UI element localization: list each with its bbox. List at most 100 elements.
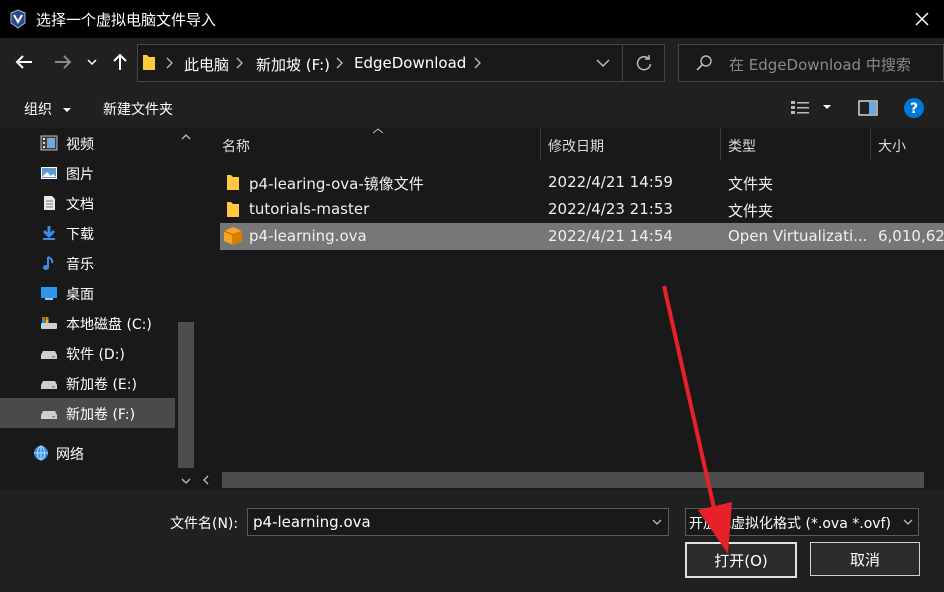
close-button[interactable] xyxy=(900,0,944,38)
organize-menu[interactable]: 组织 xyxy=(24,99,72,119)
chevron-down-icon[interactable] xyxy=(596,59,610,67)
sidebar-item-network[interactable]: 网络 xyxy=(0,438,175,468)
file-row[interactable]: tutorials-master 2022/4/23 21:53 文件夹 xyxy=(220,196,944,223)
caret-down-icon xyxy=(823,105,831,109)
file-date: 2022/4/21 14:54 xyxy=(548,227,673,245)
chevron-right-icon xyxy=(336,57,343,69)
filename-value: p4-learning.ova xyxy=(253,513,371,531)
file-size: 6,010,626 xyxy=(878,227,944,245)
file-row[interactable]: p4-learing-ova-镜像文件 2022/4/21 14:59 文件夹 xyxy=(220,169,944,196)
file-date: 2022/4/23 21:53 xyxy=(548,200,673,218)
sidebar-item-drive-f[interactable]: 新加卷 (F:) xyxy=(0,398,175,428)
help-button[interactable]: ? xyxy=(903,97,925,123)
filetype-select[interactable]: 开放式虚拟化格式 (*.ova *.ovf) xyxy=(685,508,919,536)
file-name: p4-learning.ova xyxy=(249,227,367,245)
search-input[interactable]: 在 EdgeDownload 中搜索 xyxy=(678,44,944,82)
preview-pane-button[interactable] xyxy=(858,100,878,120)
column-header-date[interactable]: 修改日期 xyxy=(548,136,604,156)
folder-icon xyxy=(227,175,239,190)
column-divider[interactable] xyxy=(540,128,541,160)
scrollbar-thumb[interactable] xyxy=(222,472,924,488)
file-list-hscrollbar[interactable] xyxy=(196,470,944,490)
arrow-left-icon xyxy=(15,55,32,69)
ova-package-icon xyxy=(223,227,243,245)
sidebar-item-pictures[interactable]: 图片 xyxy=(0,158,175,188)
sidebar-item-label: 新加卷 (F:) xyxy=(66,407,136,423)
column-divider[interactable] xyxy=(720,128,721,160)
breadcrumb-this-pc[interactable]: 此电脑 xyxy=(184,54,229,75)
scrollbar-thumb[interactable] xyxy=(178,322,194,468)
file-date: 2022/4/21 14:59 xyxy=(548,173,673,191)
sidebar-scrollbar[interactable] xyxy=(176,128,196,490)
sidebar-item-label: 图片 xyxy=(66,167,94,183)
breadcrumb-edgedownload[interactable]: EdgeDownload xyxy=(354,54,466,72)
column-header-name[interactable]: 名称 xyxy=(222,136,250,156)
scroll-left-icon xyxy=(203,475,209,485)
address-bar[interactable]: 此电脑 新加坡 (F:) EdgeDownload xyxy=(137,44,665,82)
desktop-icon xyxy=(41,287,57,300)
navigation-pane[interactable]: 视频 图片 文档 下载 音乐 桌面 本地磁盘 (C:) 软件 (D:) 新加卷 … xyxy=(0,128,196,490)
sidebar-item-music[interactable]: 音乐 xyxy=(0,248,175,278)
window-title: 选择一个虚拟电脑文件导入 xyxy=(36,11,217,29)
drive-icon xyxy=(41,381,57,389)
sidebar-item-drive-d[interactable]: 软件 (D:) xyxy=(0,338,175,368)
filename-input[interactable]: p4-learning.ova xyxy=(247,508,669,536)
sidebar-item-label: 新加卷 (E:) xyxy=(66,377,137,393)
organize-label: 组织 xyxy=(24,102,52,118)
svg-text:?: ? xyxy=(910,101,918,117)
virtualbox-app-icon xyxy=(10,9,26,29)
sidebar-item-label: 网络 xyxy=(56,447,84,463)
preview-pane-icon xyxy=(858,100,878,116)
file-type: 文件夹 xyxy=(728,175,774,193)
forward-button[interactable] xyxy=(49,48,77,76)
sidebar-item-drive-e[interactable]: 新加卷 (E:) xyxy=(0,368,175,398)
breadcrumb-drive-f[interactable]: 新加坡 (F:) xyxy=(256,54,330,75)
chevron-down-icon xyxy=(87,59,97,65)
sidebar-item-label: 桌面 xyxy=(66,287,94,303)
video-icon xyxy=(40,135,58,151)
details-view-icon xyxy=(791,101,809,114)
help-icon: ? xyxy=(904,98,924,118)
filename-label: 文件名(N): xyxy=(170,516,239,532)
sidebar-item-drive-c[interactable]: 本地磁盘 (C:) xyxy=(0,308,175,338)
title-bar: 选择一个虚拟电脑文件导入 xyxy=(0,0,944,38)
search-placeholder: 在 EdgeDownload 中搜索 xyxy=(729,56,911,74)
file-list[interactable]: 名称 修改日期 类型 大小 p4-learing-ova-镜像文件 2022/4… xyxy=(196,128,944,490)
refresh-icon[interactable] xyxy=(635,54,653,72)
divider xyxy=(622,45,623,81)
sidebar-item-label: 下载 xyxy=(66,227,94,243)
drive-icon xyxy=(41,351,57,359)
file-type: Open Virtualizati... xyxy=(728,227,868,245)
file-name: p4-learing-ova-镜像文件 xyxy=(249,175,424,193)
sidebar-item-label: 音乐 xyxy=(66,257,94,273)
sidebar-item-label: 视频 xyxy=(66,137,94,153)
open-button[interactable]: 打开(O) xyxy=(685,542,797,578)
arrow-right-icon xyxy=(55,55,72,69)
bottom-panel xyxy=(0,490,944,592)
cancel-button[interactable]: 取消 xyxy=(810,542,920,576)
download-icon xyxy=(42,226,56,240)
music-icon xyxy=(43,256,54,270)
folder-icon xyxy=(143,55,155,70)
file-row-selected[interactable]: p4-learning.ova 2022/4/21 14:54 Open Vir… xyxy=(220,223,944,250)
network-icon xyxy=(34,445,48,461)
sidebar-item-desktop[interactable]: 桌面 xyxy=(0,278,175,308)
search-icon xyxy=(696,55,712,71)
up-button[interactable] xyxy=(106,48,134,76)
recent-locations-button[interactable] xyxy=(82,48,102,76)
back-button[interactable] xyxy=(10,48,38,76)
picture-icon xyxy=(41,167,57,179)
sidebar-item-documents[interactable]: 文档 xyxy=(0,188,175,218)
sidebar-item-label: 本地磁盘 (C:) xyxy=(66,317,152,333)
folder-icon xyxy=(227,202,239,217)
column-divider[interactable] xyxy=(870,128,871,160)
scroll-up-icon xyxy=(181,134,191,140)
chevron-right-icon xyxy=(474,57,481,69)
column-header-size[interactable]: 大小 xyxy=(878,136,906,156)
new-folder-button[interactable]: 新建文件夹 xyxy=(103,99,173,119)
view-options-button[interactable] xyxy=(790,99,832,119)
chevron-down-icon[interactable] xyxy=(652,519,662,525)
column-header-type[interactable]: 类型 xyxy=(728,136,756,156)
sidebar-item-videos[interactable]: 视频 xyxy=(0,128,175,158)
sidebar-item-downloads[interactable]: 下载 xyxy=(0,218,175,248)
